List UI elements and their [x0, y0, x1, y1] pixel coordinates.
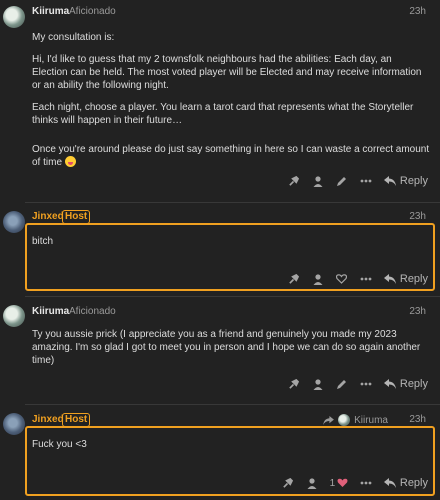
reply-button[interactable]: Reply [383, 477, 428, 489]
reply-label: Reply [399, 477, 428, 489]
avatar[interactable] [3, 211, 25, 233]
post-body: Fuck you <3 [32, 438, 430, 460]
post-username[interactable]: Kiiruma [32, 306, 69, 317]
reply-label: Reply [399, 378, 428, 390]
reply-label: Reply [399, 273, 428, 285]
post-username[interactable]: Kiiruma [32, 6, 69, 17]
reply-to-avatar [338, 414, 351, 426]
post-body: My consultation is: Hi, I'd like to gues… [32, 31, 430, 178]
reply-button[interactable]: Reply [383, 378, 428, 390]
avatar[interactable] [3, 413, 25, 435]
reply-button[interactable]: Reply [383, 273, 428, 285]
post-time[interactable]: 23h [409, 414, 426, 425]
post-actions: Reply [282, 272, 428, 286]
post-body: bitch [32, 235, 430, 257]
post-paragraph-text: Once you're around please do just say so… [32, 144, 430, 168]
reply-icon [383, 478, 396, 488]
heart-icon [337, 478, 348, 487]
user-title: Aficionado [69, 306, 116, 317]
heart-icon[interactable] [330, 272, 354, 286]
more-icon[interactable] [354, 377, 378, 391]
post-body: Ty you aussie prick (I appreciate you as… [32, 328, 430, 376]
user-icon[interactable] [306, 377, 330, 391]
wrench-icon[interactable] [282, 174, 306, 188]
post-kiiruma-1: Kiiruma Aficionado 23h My consultation i… [0, 0, 440, 195]
post-username[interactable]: Jinxed [32, 414, 64, 425]
post-time[interactable]: 23h [409, 211, 426, 222]
user-icon[interactable] [306, 174, 330, 188]
post-time[interactable]: 23h [409, 6, 426, 17]
reply-label: Reply [399, 175, 428, 187]
reply-icon [383, 379, 396, 389]
reply-icon [383, 176, 396, 186]
host-badge: Host [62, 210, 91, 224]
post-actions: Reply [282, 174, 428, 188]
post-paragraph: bitch [32, 236, 54, 247]
more-icon[interactable] [354, 272, 378, 286]
post-jinxed-2: Jinxed Host Kiiruma 23h Fuck you <3 1 Re… [0, 405, 440, 500]
like-button[interactable]: 1 [324, 476, 354, 490]
post-actions: 1 Reply [276, 476, 428, 490]
topic-stream: Kiiruma Aficionado 23h My consultation i… [0, 0, 440, 500]
like-count: 1 [329, 477, 336, 489]
pencil-icon[interactable] [330, 174, 354, 188]
post-jinxed-1: Jinxed Host 23h bitch Reply [0, 203, 440, 293]
post-kiiruma-2: Kiiruma Aficionado 23h Ty you aussie pri… [0, 297, 440, 397]
more-icon[interactable] [354, 174, 378, 188]
post-paragraph: Ty you aussie prick (I appreciate you as… [32, 329, 421, 366]
post-paragraph: Hi, I'd like to guess that my 2 townsfol… [32, 54, 422, 91]
pencil-icon[interactable] [330, 377, 354, 391]
reply-button[interactable]: Reply [383, 175, 428, 187]
wrench-icon[interactable] [282, 272, 306, 286]
reply-icon [383, 274, 396, 284]
tongue-emoji-icon [64, 156, 76, 167]
reply-arrow-icon [323, 415, 334, 425]
user-icon[interactable] [306, 272, 330, 286]
post-paragraph: Once you're around please do just say so… [32, 143, 430, 169]
reply-to-indicator[interactable]: Kiiruma [323, 414, 388, 426]
user-title: Aficionado [69, 6, 116, 17]
host-badge: Host [62, 413, 91, 427]
more-icon[interactable] [354, 476, 378, 490]
post-paragraph: My consultation is: [32, 32, 115, 43]
avatar[interactable] [3, 6, 25, 28]
reply-to-username: Kiiruma [354, 414, 388, 426]
post-paragraph: Each night, choose a player. You learn a… [32, 102, 414, 126]
post-username[interactable]: Jinxed [32, 211, 64, 222]
avatar[interactable] [3, 305, 25, 327]
post-time[interactable]: 23h [409, 306, 426, 317]
wrench-icon[interactable] [276, 476, 300, 490]
wrench-icon[interactable] [282, 377, 306, 391]
post-paragraph: Fuck you <3 [32, 439, 87, 450]
user-icon[interactable] [300, 476, 324, 490]
post-actions: Reply [282, 377, 428, 391]
